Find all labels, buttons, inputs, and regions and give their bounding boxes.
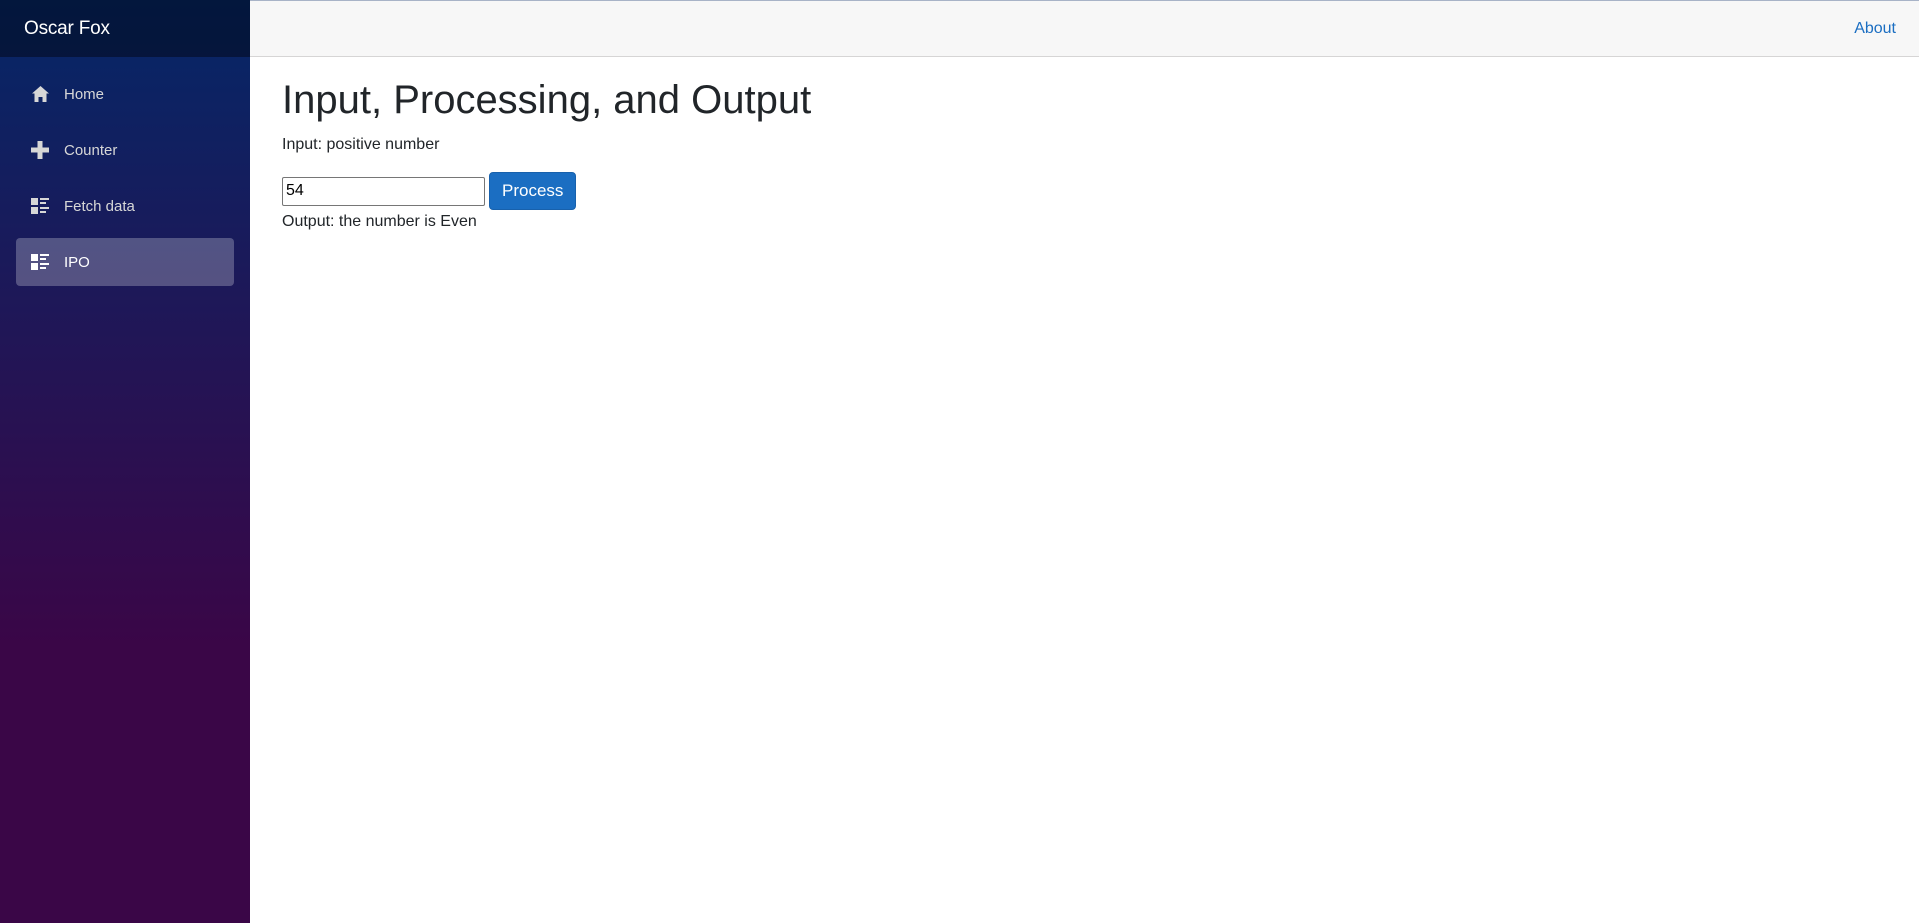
about-link[interactable]: About [1854,20,1896,38]
number-input[interactable] [282,176,485,206]
sidebar-link-counter[interactable]: Counter [16,126,234,174]
list-rich-icon [30,196,50,216]
sidebar-item-label: Fetch data [64,197,135,215]
page-content: Input, Processing, and Output Input: pos… [250,57,1919,231]
sidebar-link-ipo[interactable]: IPO [16,238,234,286]
sidebar-link-fetch-data[interactable]: Fetch data [16,182,234,230]
top-bar: About [250,0,1919,57]
sidebar-item-fetch-data: Fetch data [0,178,250,234]
app-shell: Oscar Fox Home Counter Fetch data IPO Ab… [0,0,1919,923]
page-title: Input, Processing, and Output [282,78,812,122]
sidebar: Oscar Fox Home Counter Fetch data IPO [0,0,250,923]
process-button[interactable]: Process [489,172,577,210]
sidebar-item-counter: Counter [0,122,250,178]
sidebar-item-home: Home [0,66,250,122]
main-area: About Input, Processing, and Output Inpu… [250,0,1919,923]
sidebar-link-home[interactable]: Home [16,70,234,118]
input-label: Input: positive number [282,136,440,153]
sidebar-item-ipo: IPO [0,234,250,290]
sidebar-nav: Home Counter Fetch data IPO [0,57,250,290]
home-icon [30,84,50,104]
sidebar-header: Oscar Fox [0,0,250,57]
sidebar-item-label: IPO [64,253,90,271]
list-rich-icon [30,252,50,272]
output-text: Output: the number is Even [282,213,477,230]
input-form: Process [282,172,1887,210]
sidebar-item-label: Counter [64,141,118,159]
brand-link[interactable]: Oscar Fox [24,18,110,40]
sidebar-item-label: Home [64,85,105,103]
plus-icon [30,140,50,160]
